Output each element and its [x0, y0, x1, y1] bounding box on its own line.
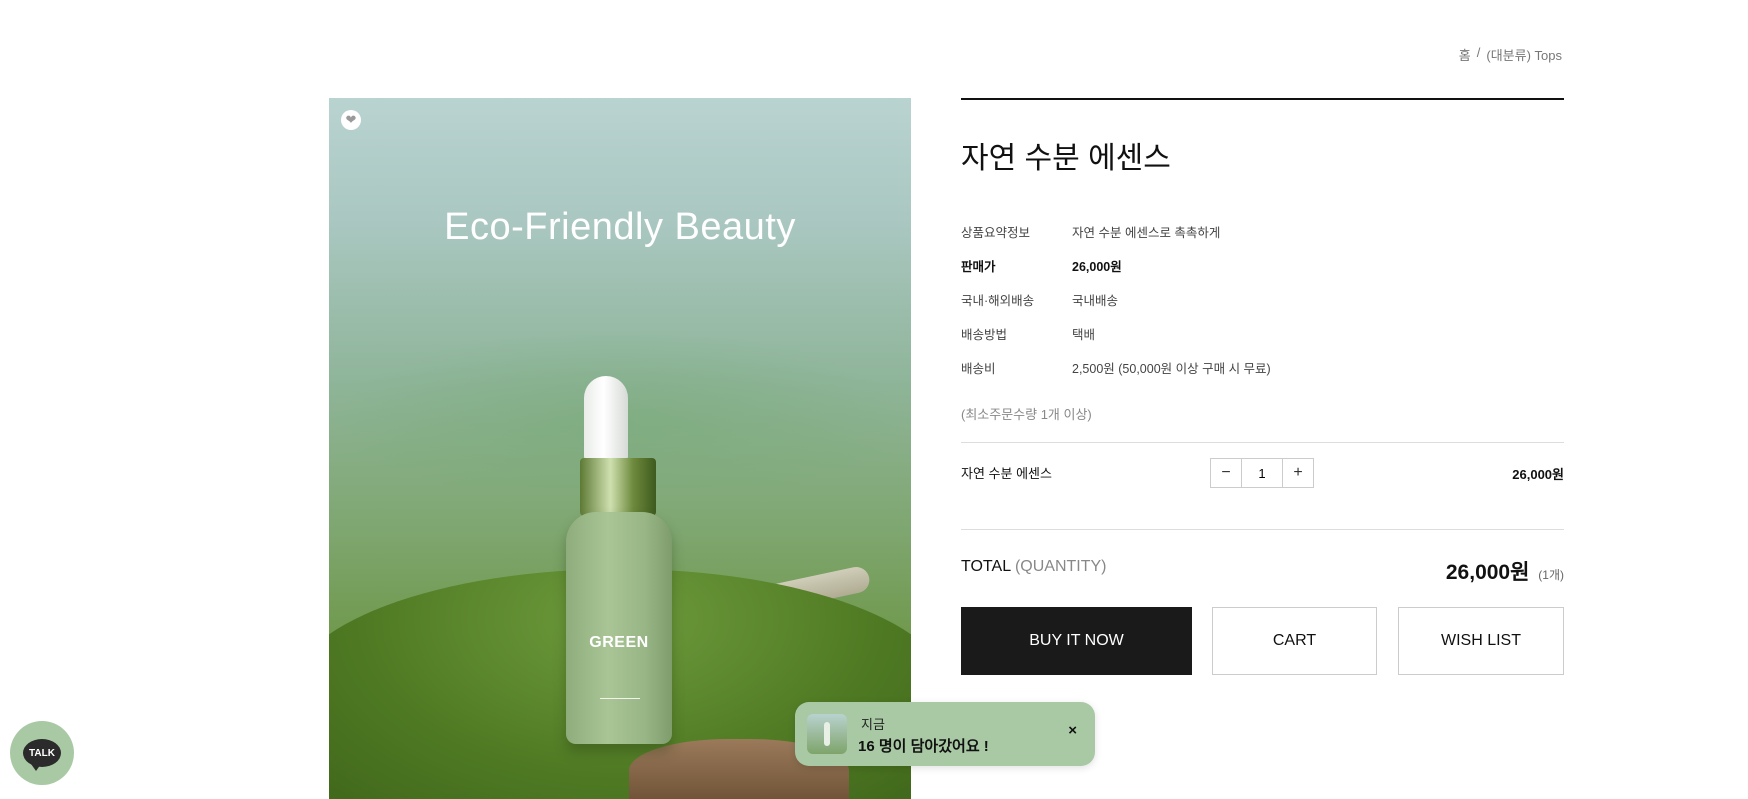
image-headline: Eco-Friendly Beauty [444, 206, 796, 248]
spec-label: 상품요약정보 [961, 225, 1031, 240]
toast-line1: 지금 [861, 717, 885, 732]
toast-line2: 16 명이 담아갔어요 ! [858, 738, 989, 755]
spec-row-shipping-fee: 배송비 2,500원 (50,000원 이상 구매 시 무료) [961, 350, 1564, 384]
talk-chat-button[interactable]: TALK [10, 721, 74, 785]
total-label-sub: (QUANTITY) [1014, 558, 1107, 575]
bottle-brand: GREEN [589, 634, 649, 651]
breadcrumb-category[interactable]: (대분류) Tops [1486, 45, 1562, 64]
buy-now-button[interactable]: BUY IT NOW [961, 607, 1192, 675]
heart-icon[interactable]: ❤ [341, 110, 361, 130]
option-row: 자연 수분 에센스 − + 26,000원 [961, 452, 1564, 492]
total-summary: TOTAL (QUANTITY) 26,000원 (1개) [961, 558, 1564, 588]
total-amount: 26,000원 (1개) [1446, 556, 1564, 586]
essence-bottle: GREEN [566, 376, 672, 744]
spec-table: 상품요약정보 자연 수분 에센스로 촉촉하게 판매가 26,000원 국내·해외… [961, 214, 1564, 384]
bottle-body [566, 512, 672, 744]
spec-label: 판매가 [961, 259, 996, 274]
spec-row-shipping-region: 국내·해외배송 국내배송 [961, 282, 1564, 316]
spec-value: 2,500원 (50,000원 이상 구매 시 무료) [1072, 361, 1271, 376]
quantity-decrease-button[interactable]: − [1211, 459, 1242, 487]
close-icon[interactable]: × [1068, 722, 1077, 739]
total-amount-value: 26,000원 [1445, 561, 1530, 584]
min-qty-note: (최소주문수량 1개 이상) [961, 407, 1092, 422]
action-buttons: BUY IT NOW CART WISH LIST [961, 607, 1564, 677]
chat-bubble-icon: TALK [23, 739, 61, 771]
breadcrumb-separator: / [1476, 45, 1481, 60]
bottle-collar [580, 458, 656, 516]
product-title: 자연 수분 에센스 [961, 142, 1171, 175]
spec-value: 택배 [1072, 327, 1096, 342]
spec-label: 배송비 [961, 361, 996, 376]
spec-value: 자연 수분 에센스로 촉촉하게 [1072, 225, 1221, 240]
quantity-increase-button[interactable]: + [1282, 459, 1313, 487]
spec-row-shipping-method: 배송방법 택배 [961, 316, 1564, 350]
spec-value: 국내배송 [1072, 293, 1119, 308]
wish-list-button[interactable]: WISH LIST [1398, 607, 1564, 675]
divider [961, 529, 1564, 530]
total-label-text: TOTAL [961, 558, 1011, 575]
talk-label: TALK [29, 747, 55, 759]
bottle-dropper [584, 376, 628, 462]
total-count: (1개) [1538, 568, 1564, 582]
product-info: 자연 수분 에센스 상품요약정보 자연 수분 에센스로 촉촉하게 판매가 26,… [961, 98, 1564, 675]
spec-row-summary: 상품요약정보 자연 수분 에센스로 촉촉하게 [961, 214, 1564, 248]
spec-value: 26,000원 [1072, 259, 1122, 274]
toast-thumbnail [807, 714, 847, 754]
option-name: 자연 수분 에센스 [961, 465, 1052, 481]
title-divider [961, 98, 1564, 100]
spec-row-price: 판매가 26,000원 [961, 248, 1564, 282]
cart-activity-toast: 지금 16 명이 담아갔어요 ! × [795, 702, 1095, 766]
spec-label: 국내·해외배송 [961, 293, 1035, 308]
quantity-stepper: − + [1210, 458, 1314, 488]
option-price: 26,000원 [1512, 467, 1564, 482]
breadcrumb-home[interactable]: 홈 [1459, 45, 1471, 64]
divider [961, 442, 1564, 443]
spec-label: 배송방법 [961, 327, 1008, 342]
breadcrumb: 홈 / (대분류) Tops [1459, 45, 1562, 64]
total-label: TOTAL (QUANTITY) [961, 558, 1107, 576]
bottle-label-line [600, 698, 640, 699]
cart-button[interactable]: CART [1212, 607, 1377, 675]
quantity-input[interactable] [1242, 459, 1282, 487]
product-image: Eco-Friendly Beauty ❤ GREEN [329, 98, 911, 799]
